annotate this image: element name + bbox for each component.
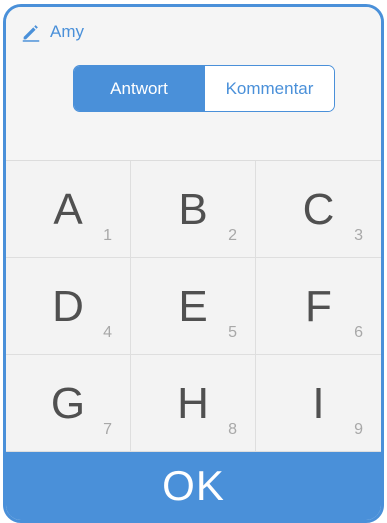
answer-keypad-panel: Amy Antwort Kommentar A 1 B 2 C 3 D 4 E … [3, 4, 384, 523]
key-d[interactable]: D 4 [6, 258, 131, 355]
mode-toggle: Antwort Kommentar [73, 65, 335, 112]
key-e[interactable]: E 5 [131, 258, 256, 355]
ok-button[interactable]: OK [6, 452, 381, 520]
key-f[interactable]: F 6 [256, 258, 381, 355]
key-number: 3 [354, 227, 363, 244]
user-name: Amy [50, 22, 84, 41]
key-g[interactable]: G 7 [6, 355, 131, 452]
kommentar-tab[interactable]: Kommentar [204, 66, 334, 111]
key-number: 9 [354, 421, 363, 438]
user-label[interactable]: Amy [20, 21, 84, 43]
key-number: 6 [354, 324, 363, 341]
pencil-icon [22, 25, 40, 42]
key-number: 1 [103, 227, 112, 244]
key-c[interactable]: C 3 [256, 161, 381, 258]
key-number: 5 [228, 324, 237, 341]
key-number: 2 [228, 227, 237, 244]
key-h[interactable]: H 8 [131, 355, 256, 452]
panel-header: Amy Antwort Kommentar [6, 7, 381, 161]
answer-keypad: A 1 B 2 C 3 D 4 E 5 F 6 G 7 H 8 I 9 [6, 161, 381, 452]
key-i[interactable]: I 9 [256, 355, 381, 452]
key-number: 8 [228, 421, 237, 438]
key-b[interactable]: B 2 [131, 161, 256, 258]
key-number: 7 [103, 421, 112, 438]
key-number: 4 [103, 324, 112, 341]
antwort-tab[interactable]: Antwort [74, 66, 204, 111]
key-a[interactable]: A 1 [6, 161, 131, 258]
